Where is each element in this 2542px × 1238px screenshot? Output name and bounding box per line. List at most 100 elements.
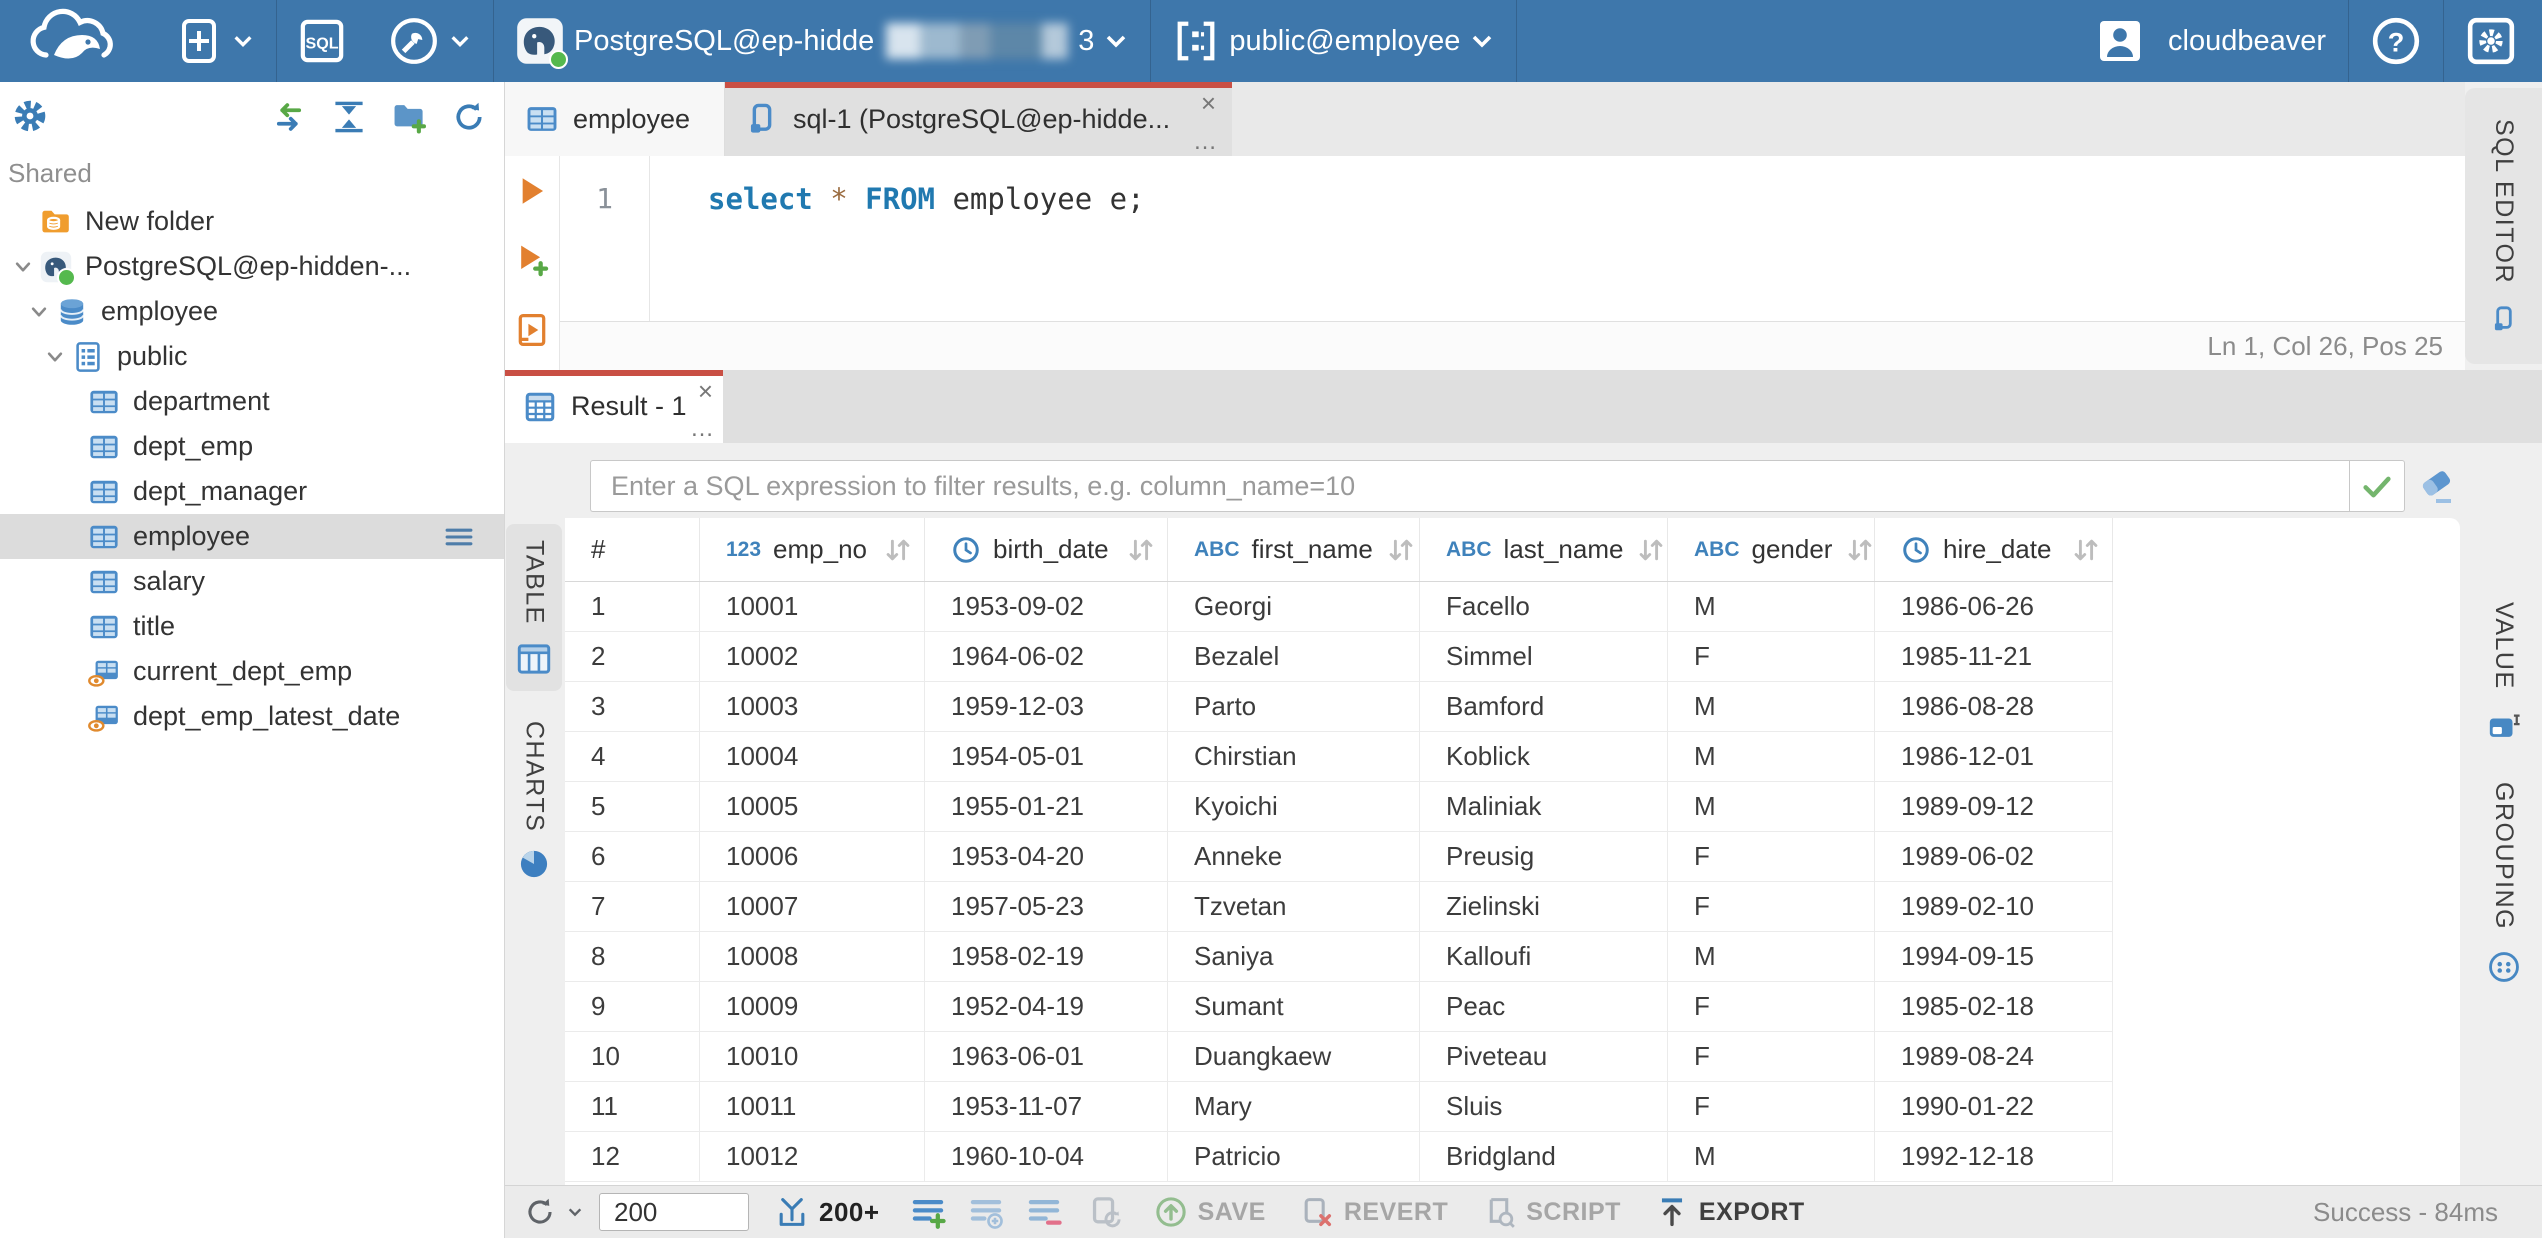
tree-item-salary[interactable]: salary: [0, 559, 504, 604]
user-menu[interactable]: cloudbeaver: [2074, 0, 2348, 82]
refresh-icon[interactable]: [452, 100, 486, 134]
schema-selector[interactable]: public@employee: [1151, 0, 1516, 82]
data-cell[interactable]: 10005: [700, 782, 925, 832]
data-cell[interactable]: Sumant: [1168, 982, 1420, 1032]
data-cell[interactable]: 1958-02-19: [925, 932, 1168, 982]
data-cell[interactable]: 1989-02-10: [1875, 882, 2113, 932]
data-cell[interactable]: F: [1668, 1032, 1875, 1082]
tree-item-dept_emp[interactable]: dept_emp: [0, 424, 504, 469]
clear-filter-eraser-icon[interactable]: [2416, 466, 2456, 506]
data-cell[interactable]: Bezalel: [1168, 632, 1420, 682]
data-cell[interactable]: Facello: [1420, 582, 1668, 632]
row-number-cell[interactable]: 7: [565, 882, 700, 932]
row-number-cell[interactable]: 10: [565, 1032, 700, 1082]
data-cell[interactable]: 1964-06-02: [925, 632, 1168, 682]
tree-item-department[interactable]: department: [0, 379, 504, 424]
data-cell[interactable]: 10006: [700, 832, 925, 882]
row-number-cell[interactable]: 4: [565, 732, 700, 782]
data-cell[interactable]: Patricio: [1168, 1132, 1420, 1182]
column-header-emp_no[interactable]: 123 emp_no: [700, 518, 925, 581]
data-cell[interactable]: F: [1668, 1082, 1875, 1132]
data-cell[interactable]: F: [1668, 632, 1875, 682]
tree-item-employee[interactable]: employee: [0, 289, 504, 334]
tab-charts-view[interactable]: CHARTS: [506, 705, 562, 894]
data-cell[interactable]: 1986-06-26: [1875, 582, 2113, 632]
row-number-cell[interactable]: 8: [565, 932, 700, 982]
column-header-last_name[interactable]: ABC last_name: [1420, 518, 1668, 581]
data-cell[interactable]: 1989-08-24: [1875, 1032, 2113, 1082]
tab-sql-editor-panel[interactable]: SQL EDITOR: [2465, 88, 2542, 364]
column-header-gender[interactable]: ABC gender: [1668, 518, 1875, 581]
sidebar-settings-gear-icon[interactable]: [12, 98, 48, 134]
tree-item-dept_manager[interactable]: dept_manager: [0, 469, 504, 514]
revert-button[interactable]: REVERT: [1300, 1195, 1448, 1229]
tab-sql-1[interactable]: sql-1 (PostgreSQL@ep-hidde... × …: [725, 82, 1232, 156]
data-cell[interactable]: M: [1668, 782, 1875, 832]
tab-result-1[interactable]: Result - 1 × …: [505, 370, 723, 443]
row-number-cell[interactable]: 9: [565, 982, 700, 1032]
connection-selector[interactable]: PostgreSQL@ep-hidde 3: [494, 0, 1150, 82]
refresh-result-button[interactable]: [523, 1195, 583, 1229]
column-header-#[interactable]: #: [565, 518, 700, 581]
data-cell[interactable]: 1953-09-02: [925, 582, 1168, 632]
data-cell[interactable]: Maliniak: [1420, 782, 1668, 832]
save-button[interactable]: SAVE: [1154, 1195, 1266, 1229]
close-icon[interactable]: ×: [698, 378, 713, 404]
column-header-birth_date[interactable]: birth_date: [925, 518, 1168, 581]
data-cell[interactable]: Koblick: [1420, 732, 1668, 782]
data-cell[interactable]: 1989-09-12: [1875, 782, 2113, 832]
data-cell[interactable]: 1954-05-01: [925, 732, 1168, 782]
data-cell[interactable]: Piveteau: [1420, 1032, 1668, 1082]
data-cell[interactable]: Preusig: [1420, 832, 1668, 882]
new-object-button[interactable]: [156, 0, 276, 82]
chevron-down-icon[interactable]: [6, 254, 40, 280]
apply-changes-button[interactable]: [1088, 1194, 1124, 1230]
data-cell[interactable]: Mary: [1168, 1082, 1420, 1132]
sort-arrows-icon[interactable]: [2070, 534, 2102, 566]
data-cell[interactable]: 1963-06-01: [925, 1032, 1168, 1082]
data-cell[interactable]: 1986-08-28: [1875, 682, 2113, 732]
data-cell[interactable]: 1992-12-18: [1875, 1132, 2113, 1182]
row-number-cell[interactable]: 11: [565, 1082, 700, 1132]
data-cell[interactable]: 10003: [700, 682, 925, 732]
tree-item-title[interactable]: title: [0, 604, 504, 649]
data-cell[interactable]: 10010: [700, 1032, 925, 1082]
data-cell[interactable]: 1990-01-22: [1875, 1082, 2113, 1132]
script-button[interactable]: SCRIPT: [1482, 1195, 1621, 1229]
row-number-cell[interactable]: 3: [565, 682, 700, 732]
data-cell[interactable]: F: [1668, 882, 1875, 932]
new-folder-icon[interactable]: [392, 100, 426, 134]
data-cell[interactable]: F: [1668, 832, 1875, 882]
sql-code-line[interactable]: select * FROM employee e;: [650, 156, 1145, 321]
tree-item-dept_emp_latest_date[interactable]: dept_emp_latest_date: [0, 694, 504, 739]
data-cell[interactable]: Simmel: [1420, 632, 1668, 682]
data-cell[interactable]: 10009: [700, 982, 925, 1032]
data-cell[interactable]: Parto: [1168, 682, 1420, 732]
data-cell[interactable]: Saniya: [1168, 932, 1420, 982]
data-cell[interactable]: 10002: [700, 632, 925, 682]
data-cell[interactable]: 10004: [700, 732, 925, 782]
data-cell[interactable]: Duangkaew: [1168, 1032, 1420, 1082]
data-cell[interactable]: Georgi: [1168, 582, 1420, 632]
sort-arrows-icon[interactable]: [1844, 534, 1876, 566]
data-cell[interactable]: 1957-05-23: [925, 882, 1168, 932]
driver-manager-button[interactable]: [367, 0, 493, 82]
help-button[interactable]: ?: [2349, 0, 2443, 82]
data-cell[interactable]: Chirstian: [1168, 732, 1420, 782]
filter-input[interactable]: [590, 460, 2349, 512]
cloudbeaver-logo[interactable]: [0, 7, 156, 75]
data-cell[interactable]: 1985-11-21: [1875, 632, 2113, 682]
row-number-cell[interactable]: 5: [565, 782, 700, 832]
data-cell[interactable]: Sluis: [1420, 1082, 1668, 1132]
data-cell[interactable]: M: [1668, 682, 1875, 732]
data-cell[interactable]: 1959-12-03: [925, 682, 1168, 732]
data-cell[interactable]: 1985-02-18: [1875, 982, 2113, 1032]
data-cell[interactable]: M: [1668, 732, 1875, 782]
data-cell[interactable]: M: [1668, 1132, 1875, 1182]
open-sql-editor-button[interactable]: SQL: [277, 0, 367, 82]
export-button[interactable]: EXPORT: [1655, 1195, 1805, 1229]
data-cell[interactable]: F: [1668, 982, 1875, 1032]
data-cell[interactable]: 10012: [700, 1132, 925, 1182]
row-number-cell[interactable]: 2: [565, 632, 700, 682]
data-cell[interactable]: 1989-06-02: [1875, 832, 2113, 882]
